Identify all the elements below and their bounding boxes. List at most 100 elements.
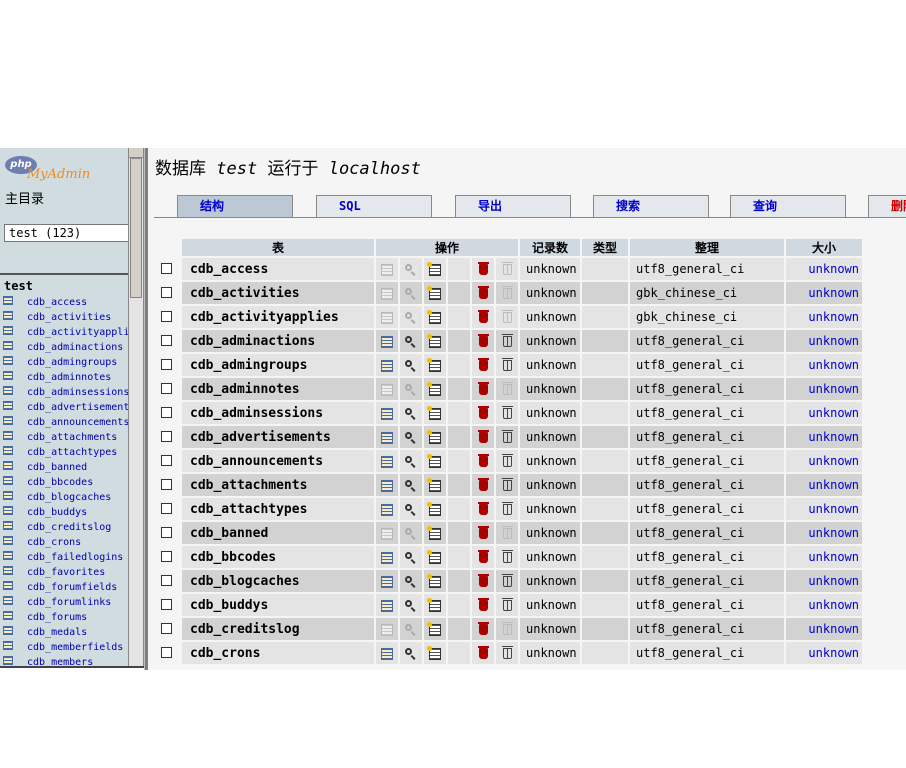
- row-checkbox[interactable]: [161, 335, 172, 346]
- row-checkbox[interactable]: [161, 431, 172, 442]
- properties-icon[interactable]: [453, 576, 465, 588]
- table-list-item[interactable]: cdb_attachtypes: [3, 445, 128, 460]
- table-browse-icon[interactable]: [381, 551, 393, 564]
- col-header-table[interactable]: 表: [182, 239, 374, 256]
- insert-row-icon[interactable]: [427, 429, 441, 444]
- drop-trash-icon[interactable]: [477, 286, 489, 299]
- drop-trash-icon[interactable]: [477, 454, 489, 467]
- table-browse-icon[interactable]: [3, 550, 13, 560]
- insert-row-icon[interactable]: [427, 501, 441, 516]
- size-cell[interactable]: unknown: [786, 594, 862, 616]
- insert-row-icon[interactable]: [427, 405, 441, 420]
- table-list-item[interactable]: cdb_adminnotes: [3, 370, 128, 385]
- drop-trash-icon[interactable]: [477, 598, 489, 611]
- table-list-label[interactable]: cdb_failedlogins: [27, 552, 123, 563]
- magnifier-search-icon[interactable]: [405, 383, 417, 396]
- size-cell[interactable]: unknown: [786, 498, 862, 520]
- empty-trash-icon[interactable]: [501, 334, 513, 347]
- table-list-item[interactable]: cdb_attachments: [3, 430, 128, 445]
- magnifier-search-icon[interactable]: [405, 503, 417, 516]
- insert-row-icon[interactable]: [427, 357, 441, 372]
- scroll-up-button[interactable]: [129, 148, 143, 158]
- title-host-link[interactable]: localhost: [329, 159, 421, 179]
- table-browse-icon[interactable]: [381, 263, 393, 276]
- empty-trash-icon[interactable]: [501, 622, 513, 635]
- row-checkbox[interactable]: [161, 527, 172, 538]
- properties-icon[interactable]: [453, 384, 465, 396]
- size-cell[interactable]: unknown: [786, 474, 862, 496]
- empty-trash-icon[interactable]: [501, 598, 513, 611]
- row-checkbox[interactable]: [161, 623, 172, 634]
- table-browse-icon[interactable]: [3, 400, 13, 410]
- magnifier-search-icon[interactable]: [405, 287, 417, 300]
- empty-trash-icon[interactable]: [501, 430, 513, 443]
- table-browse-icon[interactable]: [3, 535, 13, 545]
- table-browse-icon[interactable]: [3, 475, 13, 485]
- table-list-label[interactable]: cdb_attachtypes: [27, 447, 117, 458]
- table-list-label[interactable]: cdb_crons: [27, 537, 81, 548]
- empty-trash-icon[interactable]: [501, 478, 513, 491]
- table-browse-icon[interactable]: [3, 625, 13, 635]
- table-list-label[interactable]: cdb_adminsessions: [27, 387, 128, 398]
- drop-trash-icon[interactable]: [477, 574, 489, 587]
- drop-trash-icon[interactable]: [477, 550, 489, 563]
- insert-row-icon[interactable]: [427, 333, 441, 348]
- table-list-item[interactable]: cdb_crons: [3, 535, 128, 550]
- table-browse-icon[interactable]: [3, 295, 13, 305]
- size-cell[interactable]: unknown: [786, 306, 862, 328]
- empty-trash-icon[interactable]: [501, 454, 513, 467]
- drop-trash-icon[interactable]: [477, 262, 489, 275]
- row-checkbox[interactable]: [161, 263, 172, 274]
- insert-row-icon[interactable]: [427, 285, 441, 300]
- table-browse-icon[interactable]: [3, 640, 13, 650]
- table-browse-icon[interactable]: [3, 340, 13, 350]
- size-cell[interactable]: unknown: [786, 378, 862, 400]
- size-cell[interactable]: unknown: [786, 546, 862, 568]
- magnifier-search-icon[interactable]: [405, 407, 417, 420]
- table-list-item[interactable]: cdb_admingroups: [3, 355, 128, 370]
- table-browse-icon[interactable]: [381, 335, 393, 348]
- properties-icon[interactable]: [453, 624, 465, 636]
- properties-icon[interactable]: [453, 432, 465, 444]
- col-header-size[interactable]: 大小: [786, 239, 862, 256]
- table-list-label[interactable]: cdb_forumlinks: [27, 597, 111, 608]
- row-checkbox[interactable]: [161, 503, 172, 514]
- drop-trash-icon[interactable]: [477, 478, 489, 491]
- properties-icon[interactable]: [453, 552, 465, 564]
- row-checkbox[interactable]: [161, 383, 172, 394]
- row-checkbox[interactable]: [161, 455, 172, 466]
- magnifier-search-icon[interactable]: [405, 431, 417, 444]
- size-cell[interactable]: unknown: [786, 330, 862, 352]
- table-list-item[interactable]: cdb_adminsessions: [3, 385, 128, 400]
- table-browse-icon[interactable]: [3, 310, 13, 320]
- table-list-label[interactable]: cdb_favorites: [27, 567, 105, 578]
- table-browse-icon[interactable]: [3, 385, 13, 395]
- table-browse-icon[interactable]: [381, 383, 393, 396]
- properties-icon[interactable]: [453, 504, 465, 516]
- insert-row-icon[interactable]: [427, 381, 441, 396]
- table-list-label[interactable]: cdb_creditslog: [27, 522, 111, 533]
- tab-search[interactable]: 搜索: [593, 195, 709, 217]
- magnifier-search-icon[interactable]: [405, 575, 417, 588]
- empty-trash-icon[interactable]: [501, 382, 513, 395]
- table-list-item[interactable]: cdb_forumlinks: [3, 595, 128, 610]
- table-browse-icon[interactable]: [381, 431, 393, 444]
- size-cell[interactable]: unknown: [786, 642, 862, 664]
- insert-row-icon[interactable]: [427, 309, 441, 324]
- table-browse-icon[interactable]: [3, 580, 13, 590]
- empty-trash-icon[interactable]: [501, 646, 513, 659]
- table-browse-icon[interactable]: [381, 407, 393, 420]
- properties-icon[interactable]: [453, 528, 465, 540]
- empty-trash-icon[interactable]: [501, 574, 513, 587]
- table-browse-icon[interactable]: [381, 455, 393, 468]
- size-cell[interactable]: unknown: [786, 258, 862, 280]
- table-list-item[interactable]: cdb_advertisements: [3, 400, 128, 415]
- table-browse-icon[interactable]: [3, 595, 13, 605]
- tab-structure[interactable]: 结构: [177, 195, 293, 217]
- col-header-type[interactable]: 类型: [582, 239, 628, 256]
- table-list-item[interactable]: cdb_failedlogins: [3, 550, 128, 565]
- table-list-label[interactable]: cdb_attachments: [27, 432, 117, 443]
- table-list-label[interactable]: cdb_forumfields: [27, 582, 117, 593]
- table-browse-icon[interactable]: [3, 445, 13, 455]
- insert-row-icon[interactable]: [427, 645, 441, 660]
